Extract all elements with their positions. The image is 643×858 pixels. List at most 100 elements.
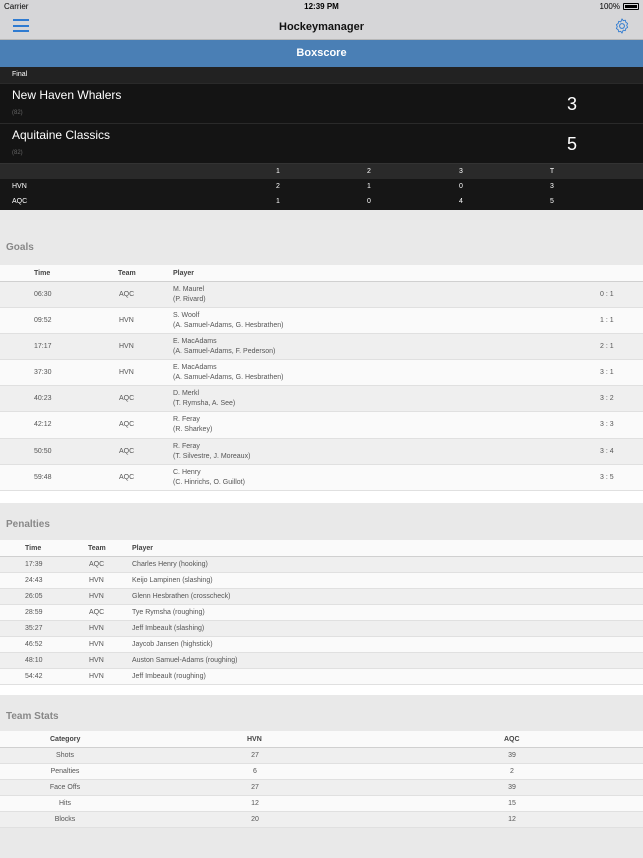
penalty-team: HVN (89, 625, 104, 632)
goal-row[interactable]: 59:48 AQC C. Henry (C. Hinrichs, O. Guillot… (0, 464, 643, 491)
team-stats-table: Category HVN AQC Shots 27 39 Penalties 6 2 Fac… (0, 731, 643, 828)
goal-running-score: 1 : 1 (600, 316, 614, 324)
penalty-team: HVN (89, 593, 104, 600)
stat-away: 15 (508, 800, 516, 807)
stats-header-row: Category HVN AQC (0, 731, 643, 748)
col-time: Time (34, 269, 51, 277)
penalty-player: Jaycob Jansen (highstick) (132, 641, 213, 648)
team-row-home: New Haven Whalers (82) 3 (0, 83, 643, 123)
stat-away: 12 (508, 816, 516, 823)
penalty-team: AQC (89, 609, 105, 616)
period-value: 1 (276, 198, 280, 206)
boxscore-header: Boxscore (0, 40, 643, 67)
period-team: AQC (12, 198, 28, 206)
col-home: HVN (247, 736, 262, 743)
penalty-row[interactable]: 28:59 AQC Tye Rymsha (roughing) (0, 605, 643, 621)
period-table: 1 2 3 T HVN 2 1 0 3 AQC 1 0 4 5 (0, 163, 643, 210)
penalty-player: Keijo Lampinen (slashing) (132, 577, 213, 584)
goal-running-score: 3 : 2 (600, 395, 614, 403)
game-status: Final (0, 67, 643, 83)
stat-row: Hits 12 15 (0, 796, 643, 812)
penalty-row[interactable]: 54:42 HVN Jeff Imbeault (roughing) (0, 669, 643, 685)
goal-running-score: 3 : 4 (600, 447, 614, 455)
period-row: AQC 1 0 4 5 (0, 194, 643, 210)
status-bar: Carrier 12:39 PM 100% (0, 0, 643, 14)
goal-team: HVN (119, 316, 134, 324)
team-score: 3 (566, 94, 577, 114)
goal-assists: (A. Samuel-Adams, F. Pederson) (173, 347, 276, 355)
battery-icon (623, 3, 639, 10)
goals-title: Goals (6, 241, 34, 253)
stat-category: Face Offs (49, 784, 81, 791)
goal-scorer: D. Merkl (173, 390, 200, 398)
scoreboard: Final New Haven Whalers (82) 3 Aquitaine… (0, 67, 643, 210)
stat-category: Blocks (54, 816, 76, 823)
penalty-time: 35:27 (25, 625, 43, 632)
goal-time: 37:30 (34, 369, 52, 377)
penalty-player: Charles Henry (hooking) (132, 561, 208, 568)
goal-running-score: 0 : 1 (600, 290, 614, 298)
clock: 12:39 PM (304, 2, 339, 11)
goal-row[interactable]: 06:30 AQC M. Maurel (P. Rivard) 0 : 1 (0, 281, 643, 308)
period-value: 0 (367, 198, 371, 206)
goal-team: AQC (119, 447, 135, 455)
goal-team: AQC (119, 395, 135, 403)
penalty-time: 24:43 (25, 577, 43, 584)
period-header: T (549, 167, 555, 175)
col-team: Team (118, 269, 136, 277)
team-name: Aquitaine Classics (12, 128, 111, 142)
goal-team: AQC (119, 421, 135, 429)
col-away: AQC (504, 736, 520, 743)
penalty-row[interactable]: 17:39 AQC Charles Henry (hooking) (0, 557, 643, 573)
penalty-time: 46:52 (25, 641, 43, 648)
period-value: 0 (459, 182, 463, 190)
goal-time: 50:50 (34, 447, 52, 455)
team-record: (82) (12, 150, 23, 156)
penalty-row[interactable]: 24:43 HVN Keijo Lampinen (slashing) (0, 573, 643, 589)
goal-team: AQC (119, 290, 135, 298)
penalty-row[interactable]: 46:52 HVN Jaycob Jansen (highstick) (0, 637, 643, 653)
goal-assists: (T. Silvestre, J. Moreaux) (173, 452, 251, 460)
period-header: 3 (459, 167, 463, 175)
penalty-player: Glenn Hesbrathen (crosscheck) (132, 593, 231, 600)
col-category: Category (50, 736, 81, 743)
team-score: 5 (566, 134, 577, 154)
goal-running-score: 3 : 1 (600, 369, 614, 377)
goal-team: HVN (119, 369, 134, 377)
stat-away: 39 (508, 752, 516, 759)
stat-category: Hits (58, 800, 72, 807)
penalty-time: 54:42 (25, 673, 43, 680)
goal-scorer: R. Feray (173, 416, 200, 424)
goal-row[interactable]: 40:23 AQC D. Merkl (T. Rymsha, A. See) 3 : 2 (0, 386, 643, 413)
penalty-row[interactable]: 26:05 HVN Glenn Hesbrathen (crosscheck) (0, 589, 643, 605)
goal-running-score: 3 : 3 (600, 421, 614, 429)
penalty-team: HVN (89, 657, 104, 664)
penalties-header-row: Time Team Player (0, 540, 643, 557)
goal-row[interactable]: 17:17 HVN E. MacAdams (A. Samuel-Adams, F. … (0, 333, 643, 361)
goal-assists: (R. Sharkey) (173, 426, 213, 434)
col-team: Team (88, 545, 106, 552)
penalty-row[interactable]: 48:10 HVN Auston Samuel-Adams (roughing) (0, 653, 643, 669)
penalty-team: HVN (89, 641, 104, 648)
stat-home: 12 (251, 800, 259, 807)
stat-home: 20 (251, 816, 259, 823)
penalty-row[interactable]: 35:27 HVN Jeff Imbeault (slashing) (0, 621, 643, 637)
battery-percent: 100% (599, 2, 620, 11)
goal-time: 40:23 (34, 395, 52, 403)
stat-category: Penalties (50, 768, 80, 775)
col-player: Player (173, 269, 195, 277)
goal-assists: (C. Hinrichs, O. Guillot) (173, 478, 245, 486)
goal-row[interactable]: 37:30 HVN E. MacAdams (A. Samuel-Adams, G. … (0, 360, 643, 387)
team-row-away: Aquitaine Classics (82) 5 (0, 123, 643, 163)
penalty-time: 17:39 (25, 561, 43, 568)
nav-bar: Hockeymanager (0, 14, 643, 40)
penalty-player: Tye Rymsha (roughing) (132, 609, 205, 616)
goal-row[interactable]: 50:50 AQC R. Feray (T. Silvestre, J. Moreau… (0, 438, 643, 465)
goal-scorer: R. Feray (173, 442, 200, 450)
goal-row[interactable]: 42:12 AQC R. Feray (R. Sharkey) 3 : 3 (0, 412, 643, 439)
gear-icon[interactable] (613, 17, 631, 35)
goal-row[interactable]: 09:52 HVN S. Woolf (A. Samuel-Adams, G. Hes… (0, 307, 643, 334)
period-value: 2 (276, 182, 280, 190)
goal-scorer: M. Maurel (173, 285, 205, 293)
stat-row: Blocks 20 12 (0, 812, 643, 828)
